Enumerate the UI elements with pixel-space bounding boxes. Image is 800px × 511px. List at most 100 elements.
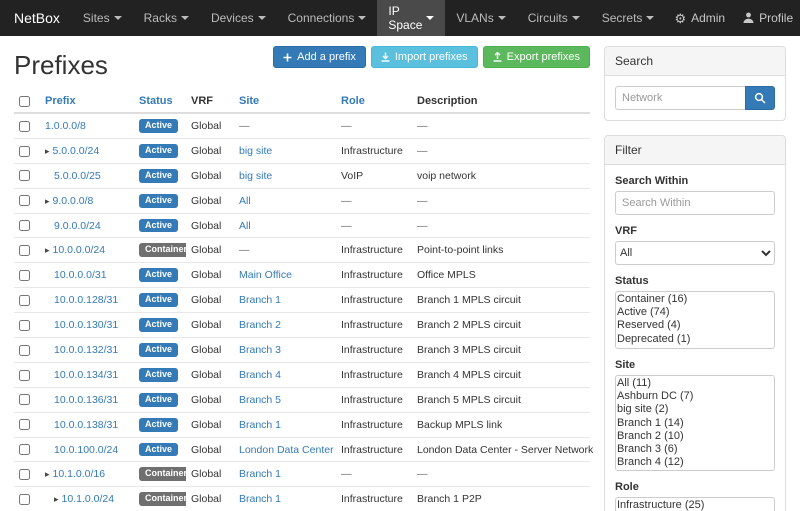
site-link[interactable]: Branch 1 — [239, 493, 281, 505]
import-prefixes-button[interactable]: Import prefixes — [371, 46, 478, 68]
prefix-link[interactable]: 10.0.0.128/31 — [54, 294, 118, 306]
row-checkbox[interactable] — [19, 419, 30, 430]
sort-status-header[interactable]: Status — [139, 95, 173, 107]
row-checkbox[interactable] — [19, 320, 30, 331]
select-option[interactable]: Branch 2 (10) — [617, 430, 773, 443]
site-link[interactable]: Branch 1 — [239, 419, 281, 431]
row-checkbox[interactable] — [19, 494, 30, 505]
admin-link[interactable]: ⚙ Admin — [665, 0, 734, 36]
site-cell: Branch 1 — [234, 487, 336, 511]
site-link[interactable]: Branch 3 — [239, 344, 281, 356]
search-button[interactable] — [745, 86, 775, 110]
select-all-checkbox[interactable] — [19, 96, 30, 107]
prefix-link[interactable]: 5.0.0.0/24 — [53, 145, 100, 157]
select-option[interactable]: Active (74) — [617, 306, 773, 319]
sort-prefix-header[interactable]: Prefix — [45, 95, 76, 107]
row-checkbox[interactable] — [19, 394, 30, 405]
expand-arrow-icon[interactable]: ▸ — [45, 146, 50, 156]
row-checkbox[interactable] — [19, 345, 30, 356]
prefix-link[interactable]: 10.0.0.130/31 — [54, 319, 118, 331]
prefix-link[interactable]: 10.0.0.138/31 — [54, 419, 118, 431]
row-checkbox[interactable] — [19, 245, 30, 256]
prefix-link[interactable]: 10.0.100.0/24 — [54, 444, 118, 456]
prefix-link[interactable]: 10.0.0.0/24 — [53, 244, 106, 256]
prefix-link[interactable]: 9.0.0.0/24 — [54, 220, 101, 232]
prefix-link[interactable]: 10.0.0.134/31 — [54, 369, 118, 381]
vrf-cell: Global — [186, 313, 234, 338]
site-link[interactable]: Branch 5 — [239, 394, 281, 406]
site-select[interactable]: All (11)Ashburn DC (7)big site (2)Branch… — [615, 375, 775, 471]
expand-arrow-icon[interactable]: ▸ — [45, 196, 50, 206]
search-within-input[interactable] — [615, 191, 775, 215]
select-option[interactable]: Branch 4 (12) — [617, 456, 773, 469]
select-option[interactable]: Ashburn DC (7) — [617, 390, 773, 403]
select-option[interactable]: All (11) — [617, 377, 773, 390]
prefix-link[interactable]: 9.0.0.0/8 — [53, 195, 94, 207]
nav-item-secrets[interactable]: Secrets — [591, 0, 666, 36]
select-option[interactable]: Reserved (4) — [617, 319, 773, 332]
nav-item-devices[interactable]: Devices — [200, 0, 277, 36]
site-link[interactable]: Branch 1 — [239, 294, 281, 306]
prefix-link[interactable]: 10.0.0.136/31 — [54, 394, 118, 406]
site-cell: All — [234, 188, 336, 213]
prefix-link[interactable]: 5.0.0.0/25 — [54, 170, 101, 182]
profile-link[interactable]: Profile — [734, 0, 800, 36]
site-link[interactable]: Branch 4 — [239, 369, 281, 381]
site-link[interactable]: big site — [239, 145, 272, 157]
row-checkbox[interactable] — [19, 220, 30, 231]
caret-down-icon — [181, 16, 189, 20]
expand-arrow-icon[interactable]: ▸ — [45, 469, 50, 479]
nav-item-sites[interactable]: Sites — [72, 0, 133, 36]
role-cell: Infrastructure — [336, 338, 412, 363]
row-checkbox[interactable] — [19, 170, 30, 181]
site-link[interactable]: All — [239, 220, 251, 232]
site-link[interactable]: Main Office — [239, 269, 292, 281]
row-checkbox[interactable] — [19, 270, 30, 281]
row-checkbox[interactable] — [19, 195, 30, 206]
nav-item-ip-space[interactable]: IP Space — [377, 0, 445, 36]
select-option[interactable]: big site (2) — [617, 403, 773, 416]
site-link[interactable]: Branch 2 — [239, 319, 281, 331]
site-link[interactable]: Branch 1 — [239, 468, 281, 480]
site-link[interactable]: London Data Center — [239, 444, 334, 456]
site-link[interactable]: All — [239, 195, 251, 207]
vrf-select[interactable]: All — [615, 241, 775, 265]
table-header-row: Prefix Status VRF Site Role Description — [14, 90, 590, 113]
select-option[interactable]: Container (16) — [617, 293, 773, 306]
empty-value: — — [341, 120, 352, 132]
select-option[interactable]: Branch 3 (6) — [617, 443, 773, 456]
expand-arrow-icon[interactable]: ▸ — [54, 494, 59, 504]
nav-item-racks[interactable]: Racks — [133, 0, 200, 36]
select-option[interactable]: Branch 1 (14) — [617, 417, 773, 430]
expand-arrow-icon[interactable]: ▸ — [45, 245, 50, 255]
row-checkbox[interactable] — [19, 295, 30, 306]
search-input[interactable] — [615, 86, 745, 110]
prefix-link[interactable]: 10.0.0.132/31 — [54, 344, 118, 356]
select-option[interactable]: Branch 5 (7) — [617, 469, 773, 471]
row-checkbox[interactable] — [19, 121, 30, 132]
nav-item-vlans[interactable]: VLANs — [445, 0, 516, 36]
site-link[interactable]: big site — [239, 170, 272, 182]
export-prefixes-button[interactable]: Export prefixes — [483, 46, 590, 68]
row-checkbox[interactable] — [19, 370, 30, 381]
select-option[interactable]: Infrastructure (25) — [617, 499, 773, 511]
sort-role-header[interactable]: Role — [341, 95, 365, 107]
brand-logo[interactable]: NetBox — [10, 0, 72, 36]
row-checkbox[interactable] — [19, 469, 30, 480]
role-cell: Infrastructure — [336, 263, 412, 288]
page-header: Prefixes Add a prefix Import prefixes Ex… — [14, 44, 590, 84]
sort-site-header[interactable]: Site — [239, 95, 259, 107]
add-prefix-button[interactable]: Add a prefix — [273, 46, 366, 68]
nav-item-connections[interactable]: Connections — [277, 0, 378, 36]
nav-item-circuits[interactable]: Circuits — [517, 0, 591, 36]
row-checkbox[interactable] — [19, 444, 30, 455]
select-option[interactable]: Deprecated (1) — [617, 333, 773, 346]
row-checkbox[interactable] — [19, 146, 30, 157]
prefix-link[interactable]: 10.1.0.0/24 — [62, 493, 115, 505]
prefix-link[interactable]: 10.0.0.0/31 — [54, 269, 107, 281]
role-select[interactable]: Infrastructure (25)Management (8)Private… — [615, 497, 775, 511]
prefix-link[interactable]: 10.1.0.0/16 — [53, 468, 106, 480]
prefix-link[interactable]: 1.0.0.0/8 — [45, 120, 86, 132]
status-badge: Container — [139, 243, 186, 257]
status-select[interactable]: Container (16)Active (74)Reserved (4)Dep… — [615, 291, 775, 349]
